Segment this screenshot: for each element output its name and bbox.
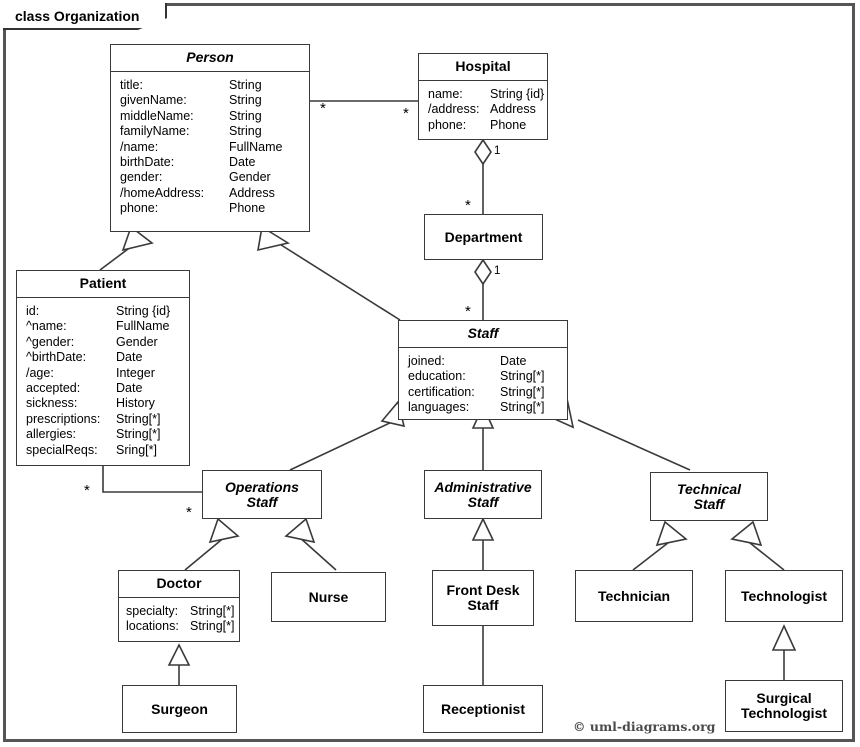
attribute-row: /age: Integer: [26, 365, 155, 380]
attribute-row: specialReqs: Sring[*]: [26, 442, 157, 457]
attribute-row: /address: Address: [428, 102, 536, 117]
attribute-row: familyName: String: [120, 124, 262, 139]
multiplicity-patient-opsstaff-opsstaff-end: *: [186, 504, 192, 521]
attribute-row: title: String: [120, 78, 262, 92]
attribute-row: certification: String[*]: [408, 384, 545, 399]
class-surgeon[interactable]: Surgeon: [122, 685, 237, 733]
class-department[interactable]: Department: [424, 214, 543, 260]
class-front-desk-staff-name: Front Desk Staff: [446, 582, 520, 613]
class-receptionist[interactable]: Receptionist: [423, 685, 543, 733]
attribute-row: phone: Phone: [120, 201, 266, 216]
class-front-desk-staff[interactable]: Front Desk Staff: [432, 570, 534, 626]
class-surgeon-name: Surgeon: [151, 700, 208, 717]
attribute-row: ^name: FullName: [26, 319, 170, 334]
attribute-row: middleName: String: [120, 108, 262, 123]
copyright-notice: © uml-diagrams.org: [573, 719, 716, 734]
class-administrative-staff-name: Administrative Staff: [434, 478, 532, 510]
class-administrative-staff[interactable]: Administrative Staff: [424, 470, 542, 519]
class-doctor-name: Doctor: [119, 571, 239, 598]
class-nurse-name: Nurse: [308, 588, 349, 605]
multiplicity-hospital-department-department-end: *: [465, 197, 471, 214]
class-doctor-attributes: specialty: String[*] locations: String[*]: [119, 598, 239, 641]
attribute-row: /name: FullName: [120, 139, 283, 154]
class-surgical-technologist-name: Surgical Technologist: [740, 690, 828, 721]
class-operations-staff-name: Operations Staff: [225, 478, 299, 510]
attribute-row: ^gender: Gender: [26, 334, 158, 349]
class-technical-staff[interactable]: Technical Staff: [650, 472, 768, 521]
multiplicity-person-hospital-hospital-end: *: [403, 105, 409, 122]
class-technical-staff-name: Technical Staff: [676, 480, 742, 512]
class-hospital[interactable]: Hospital name: String {id} /address: Addre…: [418, 53, 548, 140]
class-staff-attributes: joined: Date education: String[*] certific…: [399, 348, 567, 422]
attribute-row: accepted: Date: [26, 381, 143, 396]
attribute-row: phone: Phone: [428, 117, 527, 132]
class-staff-name: Staff: [399, 321, 567, 348]
uml-class-diagram: class Organization * * 1 * 1 * * * Perso…: [0, 0, 860, 747]
class-patient[interactable]: Patient id: String {id} ^name: FullName ^g…: [16, 270, 190, 466]
class-receptionist-name: Receptionist: [440, 700, 525, 717]
class-technologist-name: Technologist: [740, 587, 828, 604]
class-patient-attributes: id: String {id} ^name: FullName ^gender: Ge…: [17, 298, 189, 464]
attribute-row: prescriptions: String[*]: [26, 411, 161, 426]
attribute-row: ^birthDate: Date: [26, 350, 143, 365]
multiplicity-department-staff-department-end: 1: [494, 265, 501, 277]
class-person-name: Person: [111, 45, 309, 72]
class-technician-name: Technician: [597, 587, 671, 604]
class-person-attributes: title: String givenName: String middleName…: [111, 72, 309, 223]
attribute-row: locations: String[*]: [126, 619, 235, 634]
class-person[interactable]: Person title: String givenName: String mid…: [110, 44, 310, 232]
class-patient-name: Patient: [17, 271, 189, 298]
class-doctor[interactable]: Doctor specialty: String[*] locations: Str…: [118, 570, 240, 642]
attribute-row: joined: Date: [408, 354, 527, 368]
attribute-row: specialty: String[*]: [126, 604, 235, 618]
class-nurse[interactable]: Nurse: [271, 572, 386, 622]
diagram-frame-label: class Organization: [3, 3, 168, 30]
class-technologist[interactable]: Technologist: [725, 570, 843, 622]
class-hospital-name: Hospital: [419, 54, 547, 81]
attribute-row: education: String[*]: [408, 369, 545, 384]
attribute-row: sickness: History: [26, 396, 155, 411]
attribute-row: birthDate: Date: [120, 155, 256, 170]
attribute-row: id: String {id}: [26, 304, 171, 318]
attribute-row: gender: Gender: [120, 170, 271, 185]
attribute-row: /homeAddress: Address: [120, 185, 275, 200]
class-hospital-attributes: name: String {id} /address: Address phone:…: [419, 81, 547, 139]
multiplicity-patient-opsstaff-patient-end: *: [84, 482, 90, 499]
class-department-name: Department: [444, 228, 523, 245]
attribute-row: name: String {id}: [428, 87, 545, 101]
class-surgical-technologist[interactable]: Surgical Technologist: [725, 680, 843, 732]
multiplicity-person-hospital-person-end: *: [320, 100, 326, 117]
class-operations-staff[interactable]: Operations Staff: [202, 470, 322, 519]
multiplicity-department-staff-staff-end: *: [465, 303, 471, 320]
multiplicity-hospital-department-hospital-end: 1: [494, 145, 501, 157]
attribute-row: languages: String[*]: [408, 400, 545, 415]
attribute-row: allergies: String[*]: [26, 427, 161, 442]
attribute-row: givenName: String: [120, 93, 262, 108]
class-staff[interactable]: Staff joined: Date education: String[*] ce…: [398, 320, 568, 420]
class-technician[interactable]: Technician: [575, 570, 693, 622]
